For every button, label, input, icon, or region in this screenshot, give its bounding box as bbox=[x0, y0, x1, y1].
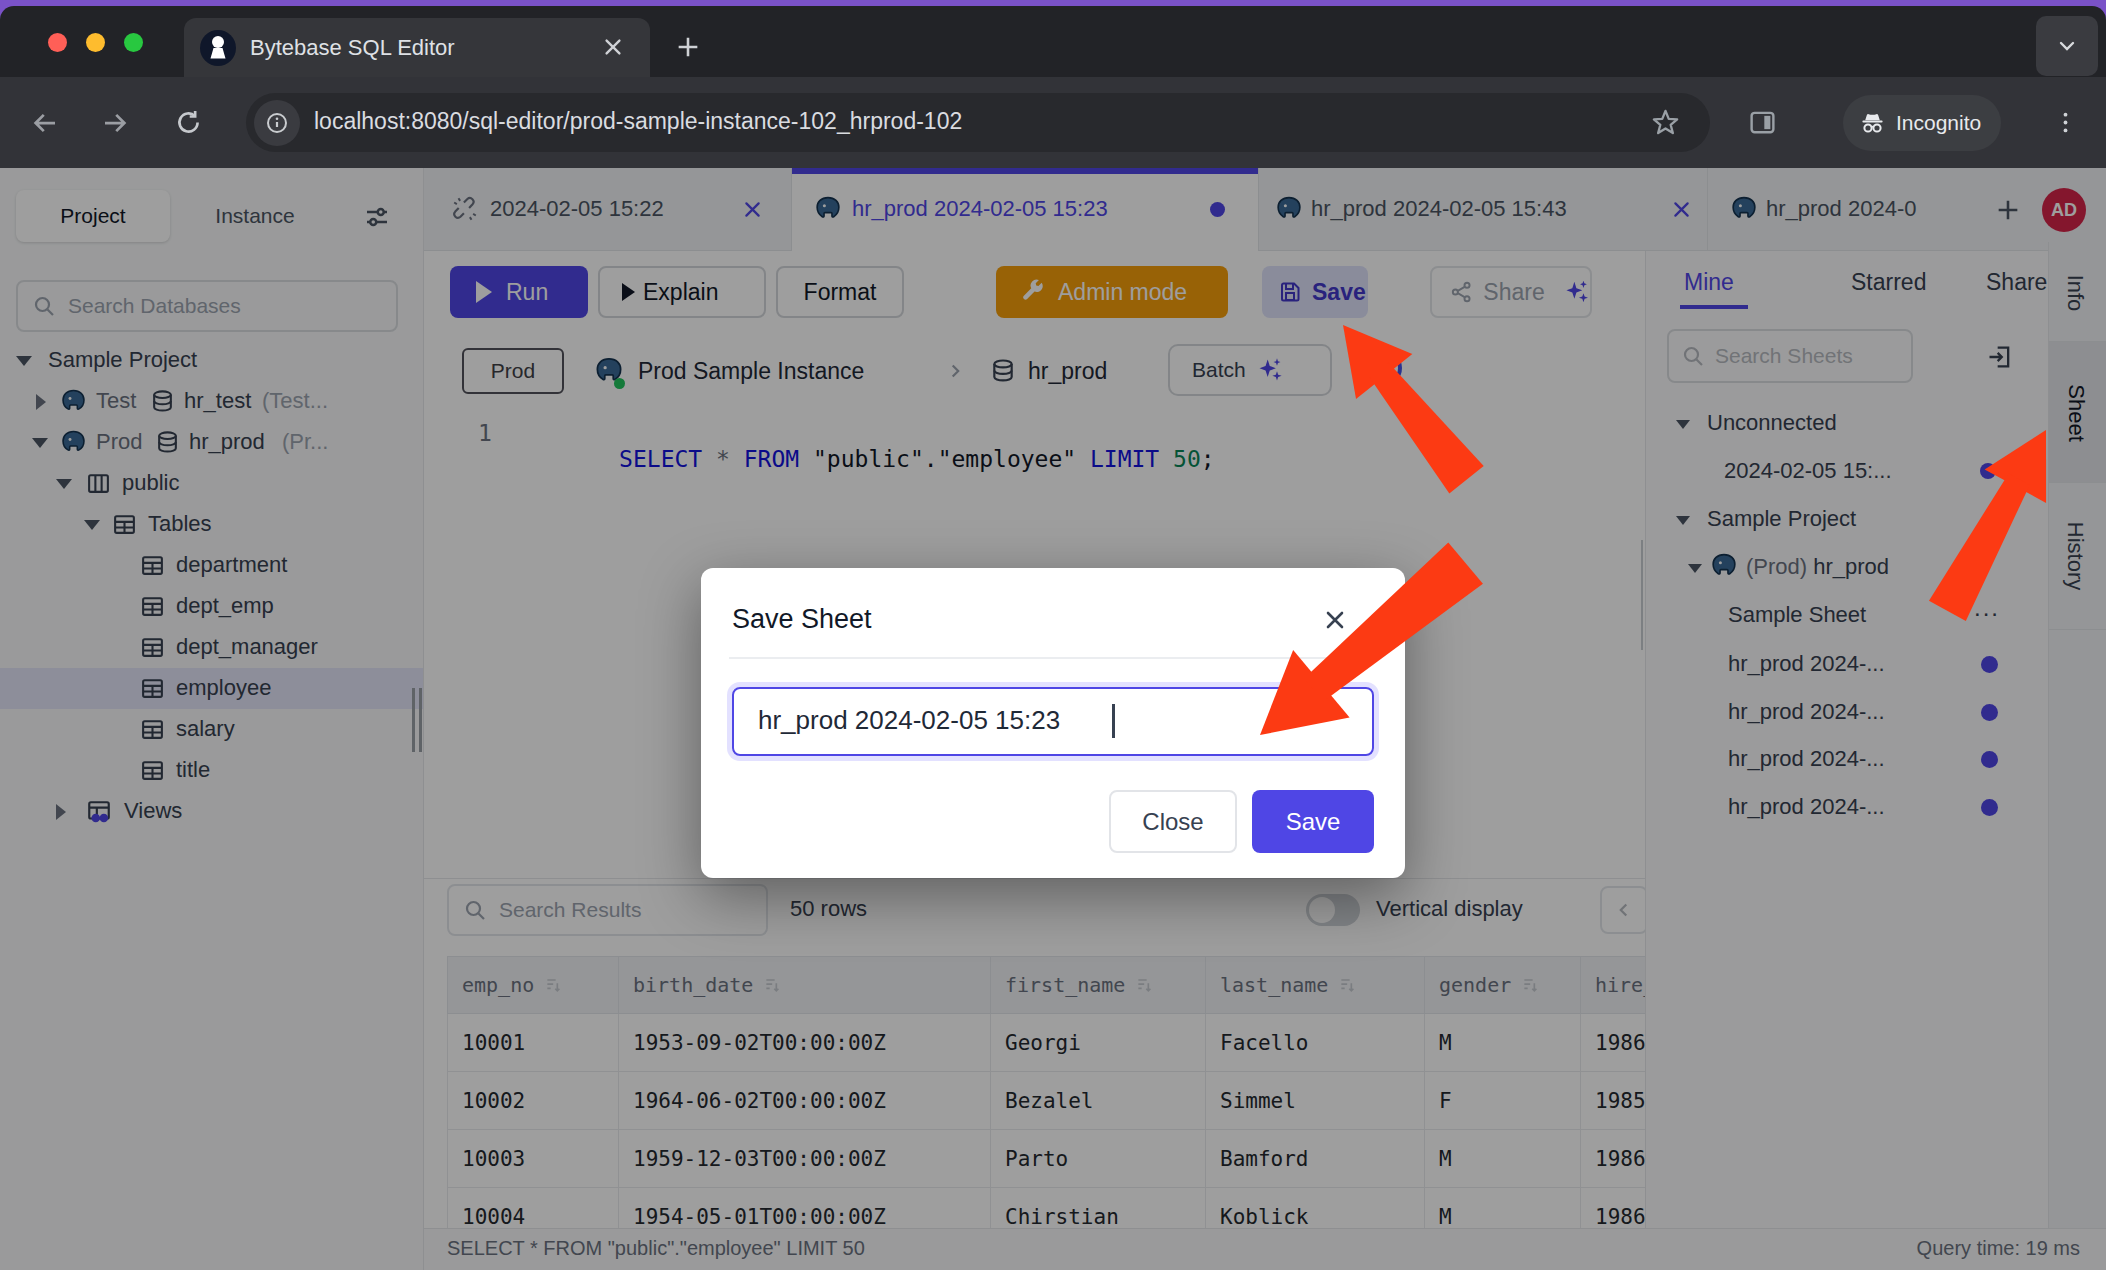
tab-search-button[interactable] bbox=[2036, 16, 2098, 76]
chevron-down-icon bbox=[2055, 34, 2079, 58]
new-tab-icon[interactable] bbox=[674, 33, 702, 61]
text-caret bbox=[1112, 704, 1115, 738]
site-info-icon bbox=[265, 111, 289, 135]
screenshot-root: Bytebase SQL Editor localhost:8080/sql-e… bbox=[0, 0, 2106, 1270]
browser-menu-icon[interactable] bbox=[2052, 109, 2079, 136]
modal-close-button[interactable]: Close bbox=[1109, 790, 1237, 853]
window-zoom-button[interactable] bbox=[124, 33, 143, 52]
sheet-name-input[interactable]: hr_prod 2024-02-05 15:23 bbox=[732, 687, 1374, 756]
modal-close-icon[interactable] bbox=[1323, 608, 1347, 632]
window-minimize-button[interactable] bbox=[86, 33, 105, 52]
window-close-button[interactable] bbox=[48, 33, 67, 52]
url-text: localhost:8080/sql-editor/prod-sample-in… bbox=[314, 108, 962, 135]
browser-tab-close-icon[interactable] bbox=[602, 36, 624, 58]
back-icon[interactable] bbox=[30, 108, 60, 138]
save-sheet-modal: Save Sheet hr_prod 2024-02-05 15:23 Clos… bbox=[701, 568, 1405, 878]
modal-save-button[interactable]: Save bbox=[1252, 790, 1374, 853]
side-panel-icon[interactable] bbox=[1748, 108, 1777, 137]
browser-tab-favicon bbox=[200, 30, 236, 66]
bookmark-star-icon[interactable] bbox=[1650, 107, 1681, 138]
modal-title: Save Sheet bbox=[732, 604, 872, 635]
address-bar[interactable]: localhost:8080/sql-editor/prod-sample-in… bbox=[246, 93, 1710, 152]
modal-divider bbox=[729, 657, 1377, 659]
bytebase-logo-icon bbox=[200, 30, 236, 66]
forward-icon[interactable] bbox=[100, 108, 130, 138]
sheet-name-value: hr_prod 2024-02-05 15:23 bbox=[758, 705, 1060, 736]
incognito-icon bbox=[1859, 110, 1886, 137]
incognito-badge: Incognito bbox=[1843, 95, 2001, 151]
reload-icon[interactable] bbox=[174, 108, 203, 137]
incognito-label: Incognito bbox=[1896, 111, 1981, 135]
browser-tab-title: Bytebase SQL Editor bbox=[250, 35, 455, 61]
